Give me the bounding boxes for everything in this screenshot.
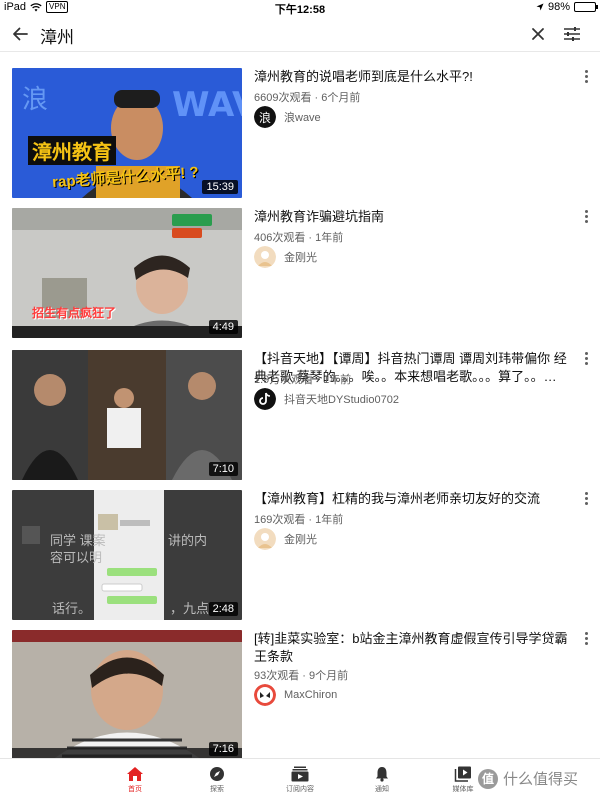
channel-avatar — [254, 528, 276, 550]
channel-link[interactable]: MaxChiron — [254, 684, 337, 706]
arrow-left-icon — [13, 27, 28, 41]
video-title[interactable]: 【漳州教育】杠精的我与漳州老师亲切友好的交流 — [254, 490, 572, 508]
battery-percent: 98% — [547, 1, 570, 13]
nav-label: 通知 — [375, 786, 389, 793]
video-result[interactable]: 同学 课案 容可以明 讲的内 话行。 ，九点 2:48 【漳州教育】杠精的我与漳… — [0, 474, 600, 620]
svg-text:浪: 浪 — [259, 110, 271, 125]
video-duration: 7:16 — [208, 742, 238, 756]
thumbnail-caption-1: 招生有点疯狂了 — [32, 306, 117, 320]
nav-label: 首页 — [128, 786, 142, 793]
more-vert-icon — [584, 210, 588, 213]
site-watermark: 值 什么值得买 — [478, 768, 578, 789]
more-vert-icon — [584, 632, 588, 635]
channel-link[interactable]: 金刚光 — [254, 528, 317, 550]
more-options-button[interactable] — [580, 490, 592, 510]
video-meta: 6609次观看 · 6个月前 — [254, 92, 361, 104]
thumbnail-caption-1: 漳州教育 — [28, 136, 116, 165]
channel-link[interactable]: 金刚光 — [254, 246, 317, 268]
video-result[interactable]: WAVE 浪 漳州教育 rap老师是什么水平! ? 15:39 漳州教育的说唱老… — [0, 52, 600, 198]
nav-notifications[interactable]: 通知 — [337, 759, 427, 800]
subscriptions-icon — [291, 766, 309, 782]
video-meta: 1.9万次观看 · 1年前 — [254, 374, 352, 386]
back-button[interactable] — [8, 22, 32, 46]
nav-label: 媒体库 — [452, 786, 474, 793]
channel-link[interactable]: 抖音天地DYStudio0702 — [254, 388, 399, 410]
video-thumbnail[interactable]: 招生有点疯狂了 4:49 — [12, 208, 242, 338]
video-result[interactable]: 招生有点疯狂了 4:49 漳州教育诈骗避坑指南 406次观看 · 1年前 金刚光 — [0, 192, 600, 338]
svg-text:浪: 浪 — [22, 85, 48, 115]
more-vert-icon — [584, 70, 588, 73]
battery-icon — [574, 2, 598, 12]
more-options-button[interactable] — [580, 350, 592, 370]
watermark-logo: 值 — [478, 768, 498, 789]
more-vert-icon — [584, 492, 588, 495]
channel-avatar — [254, 684, 276, 706]
nav-subscriptions[interactable]: 订阅内容 — [255, 759, 345, 800]
channel-name: 浪wave — [284, 112, 321, 124]
search-query-input[interactable]: 漳州 — [40, 23, 74, 48]
channel-name: 金刚光 — [284, 252, 317, 264]
video-duration: 4:49 — [208, 320, 238, 334]
svg-text:WAVE: WAVE — [172, 85, 242, 125]
compass-icon — [210, 767, 224, 781]
video-meta: 406次观看 · 1年前 — [254, 232, 344, 244]
video-result[interactable]: 7:10 【抖音天地】【谭周】抖音热门谭周 谭周刘玮带偏你 经典老歌 蔡琴的。。… — [0, 334, 600, 480]
nav-label: 订阅内容 — [286, 786, 314, 793]
thumbnail-image — [12, 350, 242, 480]
search-filter-button[interactable] — [560, 22, 584, 46]
thumbnail-caption-2: 容可以明 — [50, 550, 103, 565]
video-meta: 93次观看 · 9个月前 — [254, 670, 349, 682]
library-icon — [454, 766, 471, 782]
channel-avatar — [254, 246, 276, 268]
more-options-button[interactable] — [580, 68, 592, 88]
filter-sliders-icon — [564, 27, 580, 41]
video-title[interactable]: 漳州教育诈骗避坑指南 — [254, 208, 572, 226]
video-result[interactable]: 7:16 [转]韭菜实验室：b站金主漳州教育虚假宣传引导学贷霸王条款 93次观看… — [0, 614, 600, 758]
channel-name: MaxChiron — [284, 689, 338, 701]
nav-label: 探索 — [210, 786, 224, 793]
video-thumbnail[interactable]: 同学 课案 容可以明 讲的内 话行。 ，九点 2:48 — [12, 490, 242, 620]
search-results-list: WAVE 浪 漳州教育 rap老师是什么水平! ? 15:39 漳州教育的说唱老… — [0, 52, 600, 758]
nav-explore[interactable]: 探索 — [172, 759, 262, 800]
video-thumbnail[interactable]: WAVE 浪 漳州教育 rap老师是什么水平! ? 15:39 — [12, 68, 242, 198]
thumbnail-image — [12, 630, 242, 758]
more-vert-icon — [584, 352, 588, 355]
video-title[interactable]: [转]韭菜实验室：b站金主漳州教育虚假宣传引导学贷霸王条款 — [254, 630, 572, 666]
location-arrow-icon — [536, 3, 544, 11]
video-meta: 169次观看 · 1年前 — [254, 514, 344, 526]
video-title[interactable]: 漳州教育的说唱老师到底是什么水平?! — [254, 68, 572, 86]
clear-search-button[interactable] — [526, 22, 550, 46]
channel-name: 抖音天地DYStudio0702 — [284, 394, 399, 406]
channel-name: 金刚光 — [284, 534, 317, 546]
bell-icon — [376, 767, 388, 782]
more-options-button[interactable] — [580, 208, 592, 228]
channel-avatar — [254, 388, 276, 410]
channel-avatar: 浪 — [254, 106, 276, 128]
home-icon — [127, 767, 143, 781]
status-time: 下午12:58 — [274, 4, 326, 16]
channel-link[interactable]: 浪 浪wave — [254, 106, 321, 128]
thumbnail-caption-4: 讲的内 — [168, 533, 208, 548]
video-thumbnail[interactable]: 7:10 — [12, 350, 242, 480]
status-bar: iPad VPN 下午12:58 98% — [0, 0, 600, 16]
watermark-text: 什么值得买 — [503, 771, 579, 788]
close-icon — [532, 28, 544, 40]
nav-home[interactable]: 首页 — [90, 759, 180, 800]
video-thumbnail[interactable]: 7:16 — [12, 630, 242, 758]
search-header: 漳州 — [0, 16, 600, 52]
more-options-button[interactable] — [580, 630, 592, 650]
